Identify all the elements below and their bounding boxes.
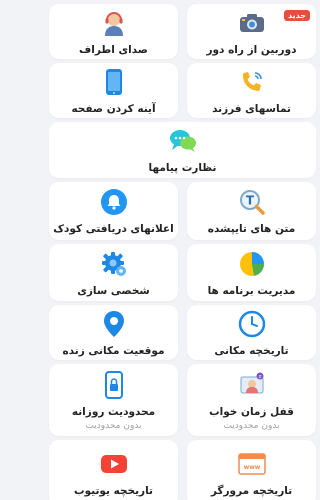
location-history-card[interactable]: تاریخچه مکانی bbox=[187, 305, 316, 360]
svg-text:www: www bbox=[243, 464, 260, 471]
browser-history-card[interactable]: www تاریخچه مرورگر bbox=[187, 440, 316, 500]
sleep-lock-label: قفل زمان خواب bbox=[209, 405, 294, 418]
customization-card[interactable]: شخصی سازی bbox=[49, 244, 178, 301]
child-notifications-card[interactable]: اعلانهای دریافتی کودک bbox=[49, 182, 178, 240]
phone-call-icon bbox=[237, 67, 267, 97]
message-monitor-label: نظارت پیامها bbox=[148, 162, 217, 174]
smartphone-icon bbox=[99, 67, 129, 97]
daily-limit-card[interactable]: محدودیت روزانه بدون محدودیت bbox=[49, 364, 178, 436]
camera-icon bbox=[237, 8, 267, 38]
remote-camera-card[interactable]: جدید دوربین از راه دور bbox=[187, 4, 316, 59]
youtube-icon bbox=[99, 449, 129, 479]
typed-texts-label: متن های تایپشده bbox=[207, 223, 296, 235]
customization-label: شخصی سازی bbox=[77, 284, 150, 297]
location-pin-icon bbox=[99, 309, 129, 339]
chat-bubbles-icon bbox=[168, 126, 198, 156]
child-notifications-label: اعلانهای دریافتی کودک bbox=[53, 223, 174, 235]
sleep-lock-card[interactable]: z قفل زمان خواب بدون محدودیت bbox=[187, 364, 316, 436]
headset-person-icon bbox=[99, 8, 129, 38]
phone-lock-icon bbox=[99, 370, 129, 400]
svg-text:z: z bbox=[258, 374, 261, 380]
sleep-lock-status: بدون محدودیت bbox=[223, 420, 280, 431]
live-location-card[interactable]: موقعیت مکانی زنده bbox=[49, 305, 178, 360]
child-calls-label: تماسهای فرزند bbox=[212, 102, 291, 115]
youtube-history-label: تاریخچه یوتیوب bbox=[74, 485, 153, 497]
svg-text:T: T bbox=[245, 194, 254, 208]
bell-icon bbox=[99, 187, 129, 217]
message-monitor-card[interactable]: نظارت پیامها bbox=[49, 122, 316, 178]
browser-history-label: تاریخچه مرورگر bbox=[210, 485, 293, 497]
gear-icon bbox=[99, 249, 129, 279]
text-magnifier-icon: T bbox=[237, 187, 267, 217]
youtube-history-card[interactable]: تاریخچه یوتیوب bbox=[49, 440, 178, 500]
typed-texts-card[interactable]: T متن های تایپشده bbox=[187, 182, 316, 240]
browser-www-icon: www bbox=[237, 449, 267, 479]
remote-camera-label: دوربین از راه دور bbox=[206, 43, 297, 56]
child-calls-card[interactable]: تماسهای فرزند bbox=[187, 63, 316, 118]
app-management-label: مدیریت برنامه ها bbox=[207, 284, 296, 297]
sleep-person-icon: z bbox=[237, 370, 267, 400]
screen-mirror-label: آینه کردن صفحه bbox=[71, 102, 156, 115]
live-location-label: موقعیت مکانی زنده bbox=[62, 344, 165, 357]
ambient-sound-card[interactable]: صدای اطراف bbox=[49, 4, 178, 59]
feature-grid: جدید دوربین از راه دور صدای اطراف تماسها… bbox=[45, 0, 320, 500]
clock-icon bbox=[237, 309, 267, 339]
app-management-card[interactable]: مدیریت برنامه ها bbox=[187, 244, 316, 301]
daily-limit-status: بدون محدودیت bbox=[85, 420, 142, 431]
location-history-label: تاریخچه مکانی bbox=[214, 344, 289, 357]
ambient-sound-label: صدای اطراف bbox=[79, 43, 148, 56]
pie-chart-icon bbox=[237, 249, 267, 279]
screen-mirror-card[interactable]: آینه کردن صفحه bbox=[49, 63, 178, 118]
daily-limit-label: محدودیت روزانه bbox=[71, 405, 156, 418]
new-badge: جدید bbox=[283, 10, 310, 21]
